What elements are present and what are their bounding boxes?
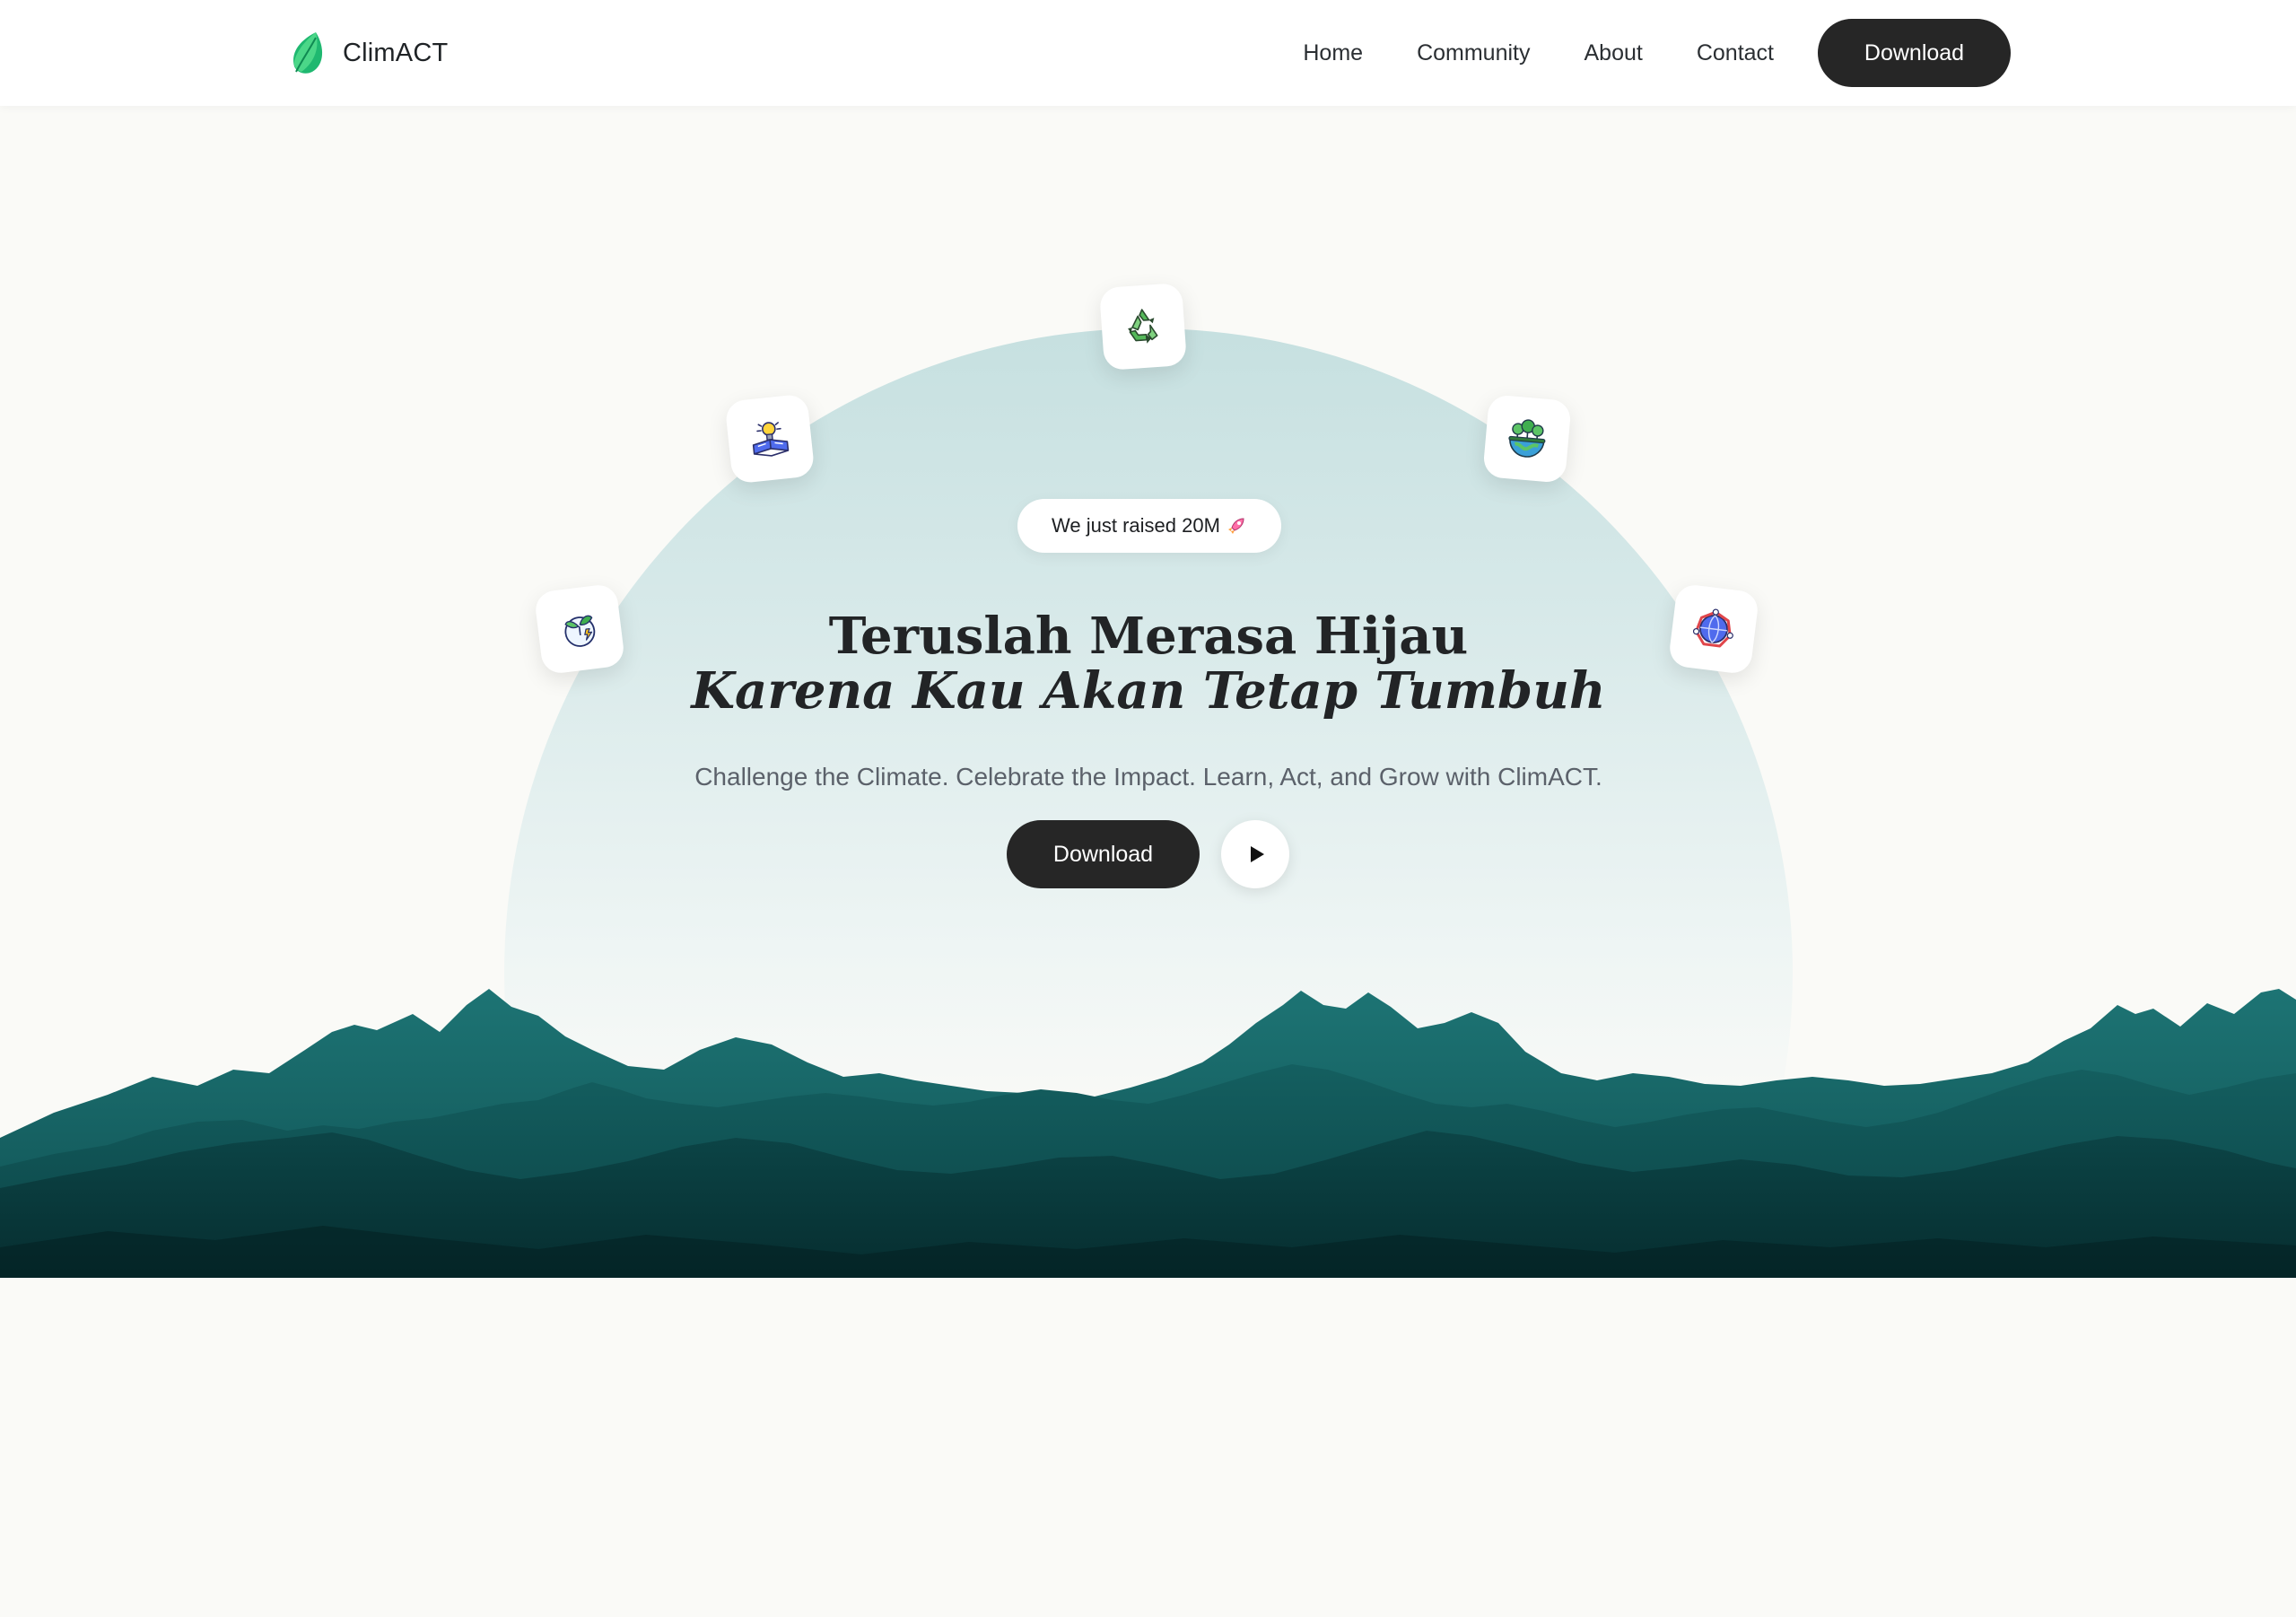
recycle-icon	[1128, 309, 1158, 344]
book-lightbulb-icon-card	[724, 393, 816, 485]
nav-link-about[interactable]: About	[1584, 40, 1642, 66]
funding-badge-text: We just raised 20M	[1052, 514, 1220, 537]
book-lightbulb-icon	[752, 422, 790, 457]
plant-globe-icon	[564, 615, 596, 647]
world-network-icon	[1692, 608, 1733, 648]
navbar: ClimACT Home Community About Contact Dow…	[0, 0, 2296, 106]
brand[interactable]: ClimACT	[289, 29, 448, 77]
hero-subtitle: Challenge the Climate. Celebrate the Imp…	[694, 763, 1602, 791]
nav-link-home[interactable]: Home	[1303, 40, 1363, 66]
hero-title-line2: Karena Kau Akan Tetap Tumbuh	[691, 661, 1606, 721]
hero-download-button[interactable]: Download	[1007, 820, 1200, 888]
recycle-icon-card	[1098, 282, 1188, 371]
funding-badge[interactable]: We just raised 20M	[1017, 499, 1281, 553]
leaf-logo-icon	[293, 32, 323, 74]
nav-link-community[interactable]: Community	[1417, 40, 1530, 66]
nav-download-button[interactable]: Download	[1818, 19, 2011, 87]
nav-links: Home Community About Contact	[1303, 0, 1774, 106]
globe-plants-icon	[1508, 419, 1546, 458]
play-video-button[interactable]	[1221, 820, 1289, 888]
hero-title: Teruslah Merasa Hijau Karena Kau Akan Te…	[610, 609, 1687, 719]
nav-link-contact[interactable]: Contact	[1697, 40, 1774, 66]
brand-name: ClimACT	[343, 38, 449, 67]
globe-plants-icon-card	[1482, 394, 1572, 484]
mountain-range-illustration	[0, 989, 2296, 1278]
play-icon	[1251, 846, 1264, 862]
rocket-icon	[1227, 518, 1244, 534]
hero-title-line1: Teruslah Merasa Hijau	[828, 607, 1469, 667]
